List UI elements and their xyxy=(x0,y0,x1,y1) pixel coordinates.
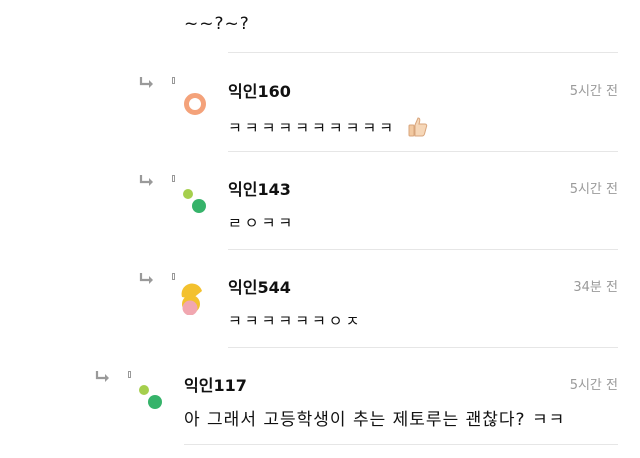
post-text: ~~?~? xyxy=(184,14,250,34)
comment-text-body: ㅋㅋㅋㅋㅋㅋㅋㅋㅋㅋ xyxy=(228,119,397,137)
green-dots-avatar[interactable] xyxy=(180,186,210,216)
comment-nickname[interactable]: 익인544 xyxy=(228,274,291,298)
comment-nickname[interactable]: 익인143 xyxy=(228,176,291,200)
green-dots-avatar[interactable] xyxy=(136,382,166,412)
reply-arrow-icon xyxy=(139,77,153,88)
comment-nickname[interactable]: 익인117 xyxy=(184,372,247,396)
comment-time: 34분 전 xyxy=(573,280,618,295)
divider xyxy=(228,52,618,53)
comment-time: 5시간 전 xyxy=(569,182,618,197)
comment-text: 아 그래서 고등학생이 추는 제토루는 괜찮다? ㅋㅋ xyxy=(184,410,566,430)
comment-time: 5시간 전 xyxy=(569,84,618,99)
divider xyxy=(184,444,618,445)
comment-time: 5시간 전 xyxy=(569,378,618,393)
reply-arrow-icon xyxy=(139,175,153,186)
thumbs-up-icon xyxy=(408,117,427,137)
comment-text: ㅋㅋㅋㅋㅋㅋㅇㅈ xyxy=(228,312,363,330)
tiny-icon xyxy=(172,175,175,182)
divider xyxy=(228,151,618,152)
tiny-icon xyxy=(128,371,131,378)
divider xyxy=(228,249,618,250)
divider xyxy=(228,347,618,348)
tiny-icon xyxy=(172,273,175,280)
comment-text: ㅋㅋㅋㅋㅋㅋㅋㅋㅋㅋ xyxy=(228,115,430,139)
comment-text: ㄹㅇㅋㅋ xyxy=(228,214,296,232)
yellow-pink-avatar[interactable] xyxy=(178,283,208,315)
reply-arrow-icon xyxy=(95,371,109,382)
orange-ring-avatar[interactable] xyxy=(183,92,207,116)
tiny-icon xyxy=(172,77,175,84)
comment-nickname[interactable]: 익인160 xyxy=(228,78,291,102)
reply-arrow-icon xyxy=(139,273,153,284)
